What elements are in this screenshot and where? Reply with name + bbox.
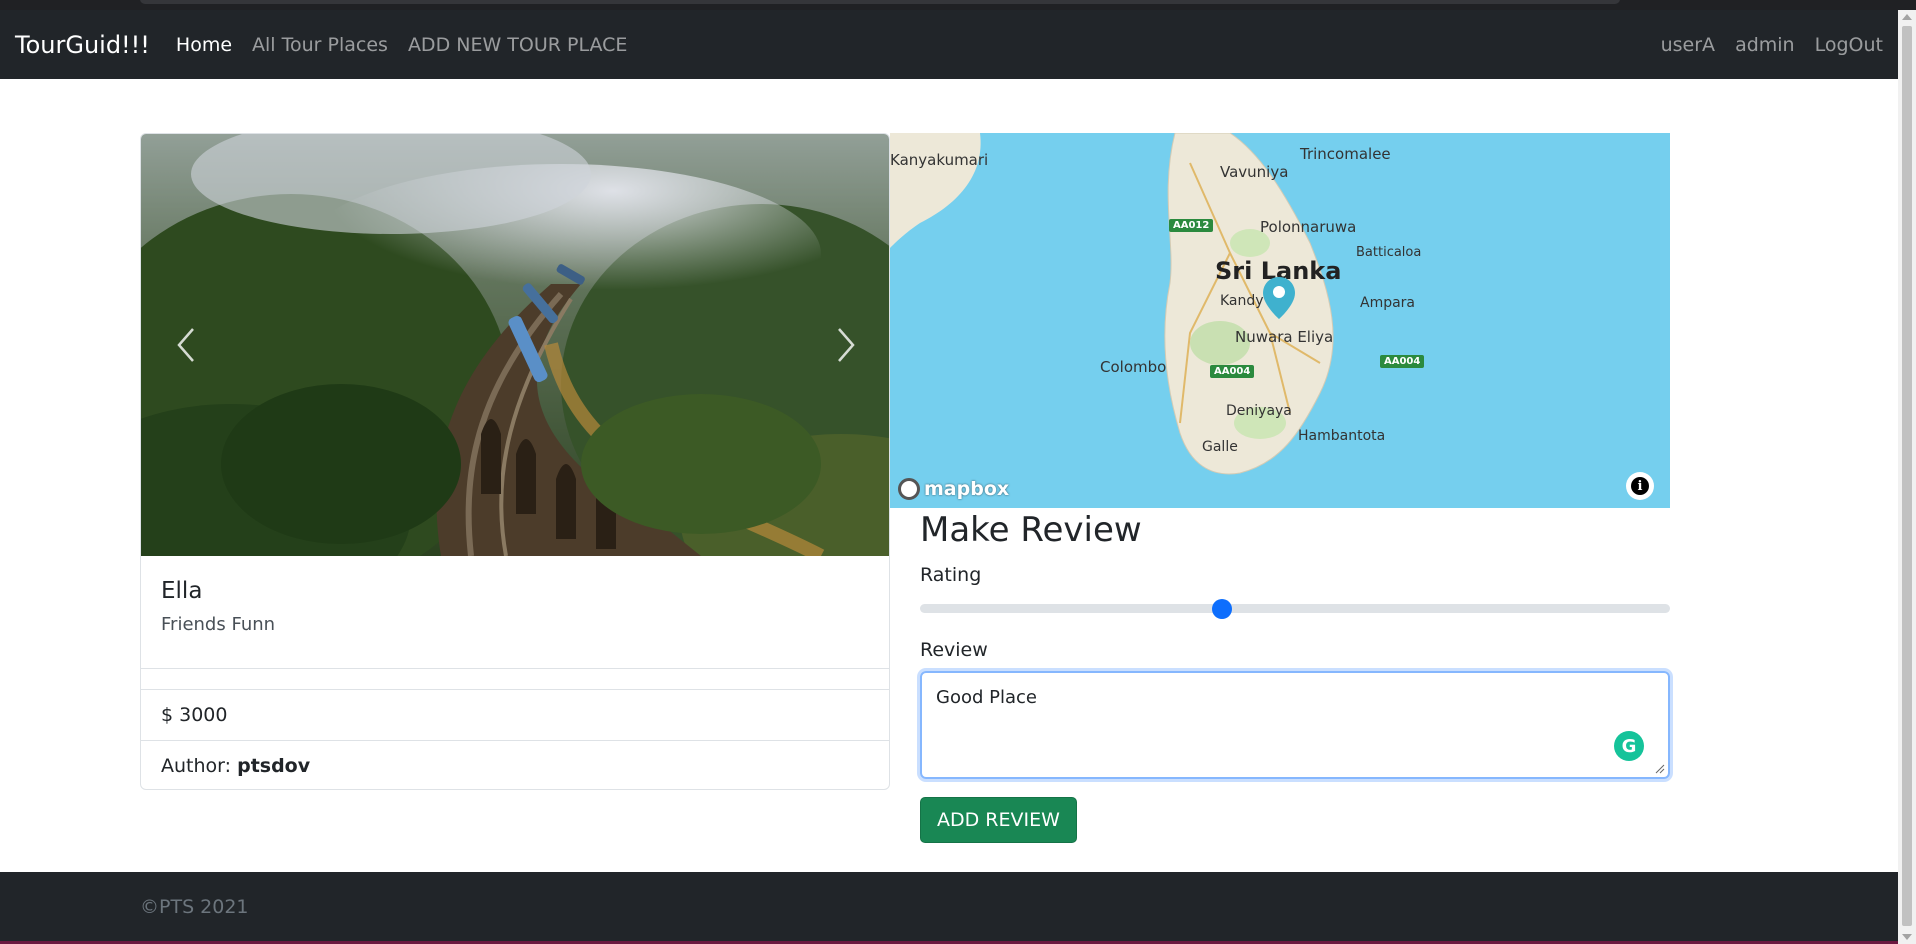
scroll-up-icon[interactable] [1902,14,1912,20]
mapbox-logo[interactable]: mapbox [898,478,1009,500]
map-label-place: Galle [1202,439,1238,455]
list-item-author: Author: ptsdov [141,740,889,789]
grammarly-icon[interactable]: G [1614,731,1644,761]
resize-handle-icon[interactable] [1655,764,1665,774]
map-label-place: Colombo [1100,358,1167,376]
tour-place-photo [141,134,889,556]
place-description: Friends Funn [161,614,276,635]
map-marker-icon[interactable] [1261,275,1297,321]
nav-admin[interactable]: admin [1735,34,1795,56]
rating-thumb[interactable] [1212,599,1232,619]
mapbox-icon [898,478,920,500]
map-road-shield: AA012 [1169,219,1214,232]
map-label-place: Batticaloa [1356,245,1422,260]
carousel-next-button[interactable] [801,134,889,556]
image-carousel [141,134,889,556]
card-body: Ella Friends Funn [141,556,889,668]
chevron-left-icon [177,328,194,362]
nav-add-new-tour-place[interactable]: ADD NEW TOUR PLACE [408,34,627,56]
review-form: Make Review Rating Review Good Place G A… [920,510,1670,843]
map-label-place: Nuwara Eliya [1235,328,1334,346]
browser-top-strip [0,0,1916,10]
review-textarea[interactable]: Good Place G [920,671,1670,779]
list-item-location [141,668,889,689]
rating-track [920,604,1670,613]
scroll-down-icon[interactable] [1902,934,1912,940]
review-label: Review [920,639,988,661]
map[interactable]: Kanyakumari Vavuniya Trincomalee Polonna… [890,133,1670,508]
place-title: Ella [161,578,203,604]
map-label-place: Polonnaruwa [1260,218,1357,236]
review-heading: Make Review [920,510,1142,550]
nav-user-menu: userA admin LogOut [1641,34,1883,56]
nav-user[interactable]: userA [1661,34,1715,56]
map-label-place: Kanyakumari [890,151,989,169]
map-label-place: Deniyaya [1226,403,1292,419]
map-road-shield: AA004 [1380,355,1425,368]
nav-logout[interactable]: LogOut [1815,34,1883,56]
map-label-place: Vavuniya [1220,163,1289,181]
map-label-place: Hambantota [1298,428,1386,444]
footer-copyright: ©PTS 2021 [140,896,249,918]
nav-home[interactable]: Home [176,34,232,56]
carousel-prev-button[interactable] [141,134,231,556]
rating-slider[interactable] [920,599,1670,619]
author-name: ptsdov [237,755,311,777]
author-label: Author: [161,755,232,777]
review-text: Good Place [936,687,1037,708]
map-label-place: Trincomalee [1300,145,1391,163]
brand-link[interactable]: TourGuid!!! [15,31,150,59]
scrollbar-thumb[interactable] [1902,26,1912,926]
map-label-place: Kandy [1220,293,1264,309]
map-label-place: Ampara [1360,295,1416,311]
list-item-price: $ 3000 [141,689,889,740]
rating-label: Rating [920,564,982,586]
nav-all-tour-places[interactable]: All Tour Places [252,34,388,56]
info-icon: i [1631,477,1649,495]
tour-place-card: Ella Friends Funn $ 3000 Author: ptsdov [140,133,890,790]
navbar: TourGuid!!! Home All Tour Places ADD NEW… [0,10,1898,79]
map-road-shield: AA004 [1210,365,1255,378]
footer: ©PTS 2021 [0,872,1898,944]
add-review-button[interactable]: ADD REVIEW [920,797,1077,843]
place-price: $ 3000 [161,704,228,726]
page-scrollbar[interactable] [1898,10,1916,944]
chevron-right-icon [838,328,855,362]
map-info-button[interactable]: i [1626,472,1654,500]
